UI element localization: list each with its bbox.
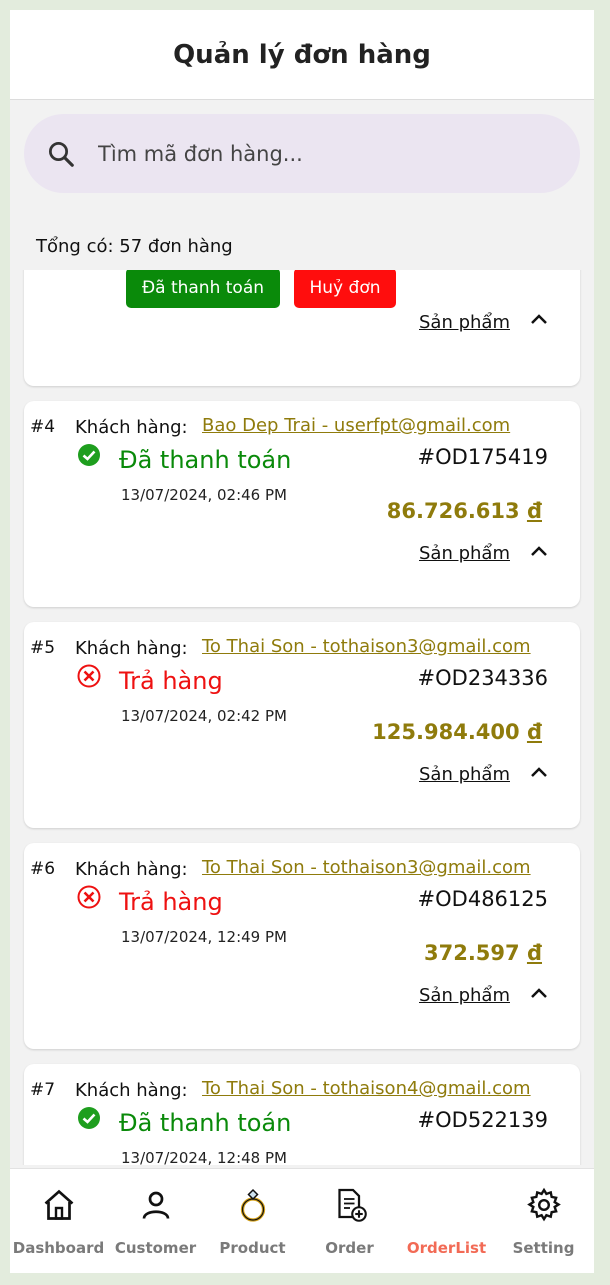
order-code: #OD234336 bbox=[417, 666, 548, 690]
x-circle-icon bbox=[77, 664, 101, 688]
order-card-partial: Đã thanh toán Huỷ đơn Sản phẩm bbox=[24, 270, 580, 386]
mark-paid-button[interactable]: Đã thanh toán bbox=[126, 270, 280, 308]
nav-label: Setting bbox=[512, 1239, 575, 1257]
cancel-order-button[interactable]: Huỷ đơn bbox=[294, 270, 396, 308]
chevron-up-icon[interactable] bbox=[529, 542, 549, 562]
order-list[interactable]: Đã thanh toán Huỷ đơn Sản phẩm #4 Khách … bbox=[10, 270, 594, 1165]
order-code: #OD522139 bbox=[417, 1108, 548, 1132]
order-date: 13/07/2024, 12:49 PM bbox=[121, 928, 287, 946]
check-circle-icon bbox=[78, 444, 100, 466]
app-header: Quản lý đơn hàng bbox=[10, 10, 594, 100]
chevron-up-icon[interactable] bbox=[529, 984, 549, 1004]
customer-link[interactable]: Bao Dep Trai - userfpt@gmail.com bbox=[202, 415, 510, 436]
nav-dashboard[interactable]: Dashboard bbox=[10, 1169, 107, 1273]
order-card[interactable]: #4 Khách hàng: Bao Dep Trai - userfpt@gm… bbox=[24, 401, 580, 607]
order-status: Trả hàng bbox=[119, 888, 223, 916]
customer-label: Khách hàng: bbox=[75, 417, 188, 438]
x-circle-icon bbox=[77, 885, 101, 909]
order-amount: 125.984.400 đ bbox=[372, 720, 542, 744]
nav-setting[interactable]: Setting bbox=[495, 1169, 592, 1273]
order-status: Đã thanh toán bbox=[119, 446, 292, 474]
amount-value: 86.726.613 bbox=[386, 499, 520, 523]
order-card[interactable]: #5 Khách hàng: To Thai Son - tothaison3@… bbox=[24, 622, 580, 828]
chevron-up-icon[interactable] bbox=[529, 763, 549, 783]
search-bar[interactable] bbox=[24, 114, 580, 193]
nav-label: Product bbox=[219, 1239, 286, 1257]
bottom-nav: Dashboard Customer Product Order $ Order… bbox=[10, 1168, 594, 1273]
order-date: 13/07/2024, 12:48 PM bbox=[121, 1149, 287, 1165]
gear-icon bbox=[526, 1187, 561, 1222]
order-index: #4 bbox=[30, 417, 56, 437]
order-code: #OD175419 bbox=[417, 445, 548, 469]
order-index: #7 bbox=[30, 1080, 56, 1100]
nav-label: Order bbox=[325, 1239, 374, 1257]
app-screen: Quản lý đơn hàng Tổng có: 57 đơn hàng Đã… bbox=[10, 10, 594, 1273]
amount-value: 372.597 bbox=[423, 941, 520, 965]
nav-label: Customer bbox=[114, 1239, 197, 1257]
order-count: Tổng có: 57 đơn hàng bbox=[36, 236, 233, 257]
customer-label: Khách hàng: bbox=[75, 1080, 188, 1101]
order-amount: 372.597 đ bbox=[424, 941, 542, 965]
home-icon bbox=[44, 1189, 73, 1220]
chevron-up-icon[interactable] bbox=[529, 310, 549, 330]
nav-label: OrderList bbox=[406, 1239, 487, 1257]
order-code: #OD486125 bbox=[417, 887, 548, 911]
order-index: #5 bbox=[30, 638, 56, 658]
order-card[interactable]: #7 Khách hàng: To Thai Son - tothaison4@… bbox=[24, 1064, 580, 1165]
ring-icon bbox=[240, 1188, 265, 1222]
amount-value: 125.984.400 bbox=[372, 720, 520, 744]
order-status: Trả hàng bbox=[119, 667, 223, 695]
nav-orderlist[interactable]: $ OrderList bbox=[398, 1169, 495, 1273]
products-toggle[interactable]: Sản phẩm bbox=[419, 764, 510, 785]
search-icon[interactable] bbox=[46, 139, 76, 169]
nav-product[interactable]: Product bbox=[204, 1169, 301, 1273]
products-toggle[interactable]: Sản phẩm bbox=[419, 543, 510, 564]
nav-order[interactable]: Order bbox=[301, 1169, 398, 1273]
order-index: #6 bbox=[30, 859, 56, 879]
customer-link[interactable]: To Thai Son - tothaison4@gmail.com bbox=[202, 1078, 531, 1099]
page-title: Quản lý đơn hàng bbox=[173, 39, 431, 70]
customer-link[interactable]: To Thai Son - tothaison3@gmail.com bbox=[202, 636, 531, 657]
order-date: 13/07/2024, 02:42 PM bbox=[121, 707, 287, 725]
check-circle-icon bbox=[78, 1107, 100, 1129]
order-card[interactable]: #6 Khách hàng: To Thai Son - tothaison3@… bbox=[24, 843, 580, 1049]
user-icon bbox=[142, 1191, 169, 1219]
products-toggle[interactable]: Sản phẩm bbox=[419, 312, 510, 333]
add-document-icon bbox=[337, 1188, 367, 1222]
products-toggle[interactable]: Sản phẩm bbox=[419, 985, 510, 1006]
order-date: 13/07/2024, 02:46 PM bbox=[121, 486, 287, 504]
currency-symbol: đ bbox=[526, 720, 542, 744]
order-status: Đã thanh toán bbox=[119, 1109, 292, 1137]
currency-symbol: đ bbox=[526, 941, 542, 965]
customer-link[interactable]: To Thai Son - tothaison3@gmail.com bbox=[202, 857, 531, 878]
nav-label: Dashboard bbox=[12, 1239, 105, 1257]
customer-label: Khách hàng: bbox=[75, 859, 188, 880]
customer-label: Khách hàng: bbox=[75, 638, 188, 659]
search-input[interactable] bbox=[98, 141, 538, 166]
nav-customer[interactable]: Customer bbox=[107, 1169, 204, 1273]
currency-symbol: đ bbox=[526, 499, 542, 523]
order-amount: 86.726.613 đ bbox=[387, 499, 542, 523]
